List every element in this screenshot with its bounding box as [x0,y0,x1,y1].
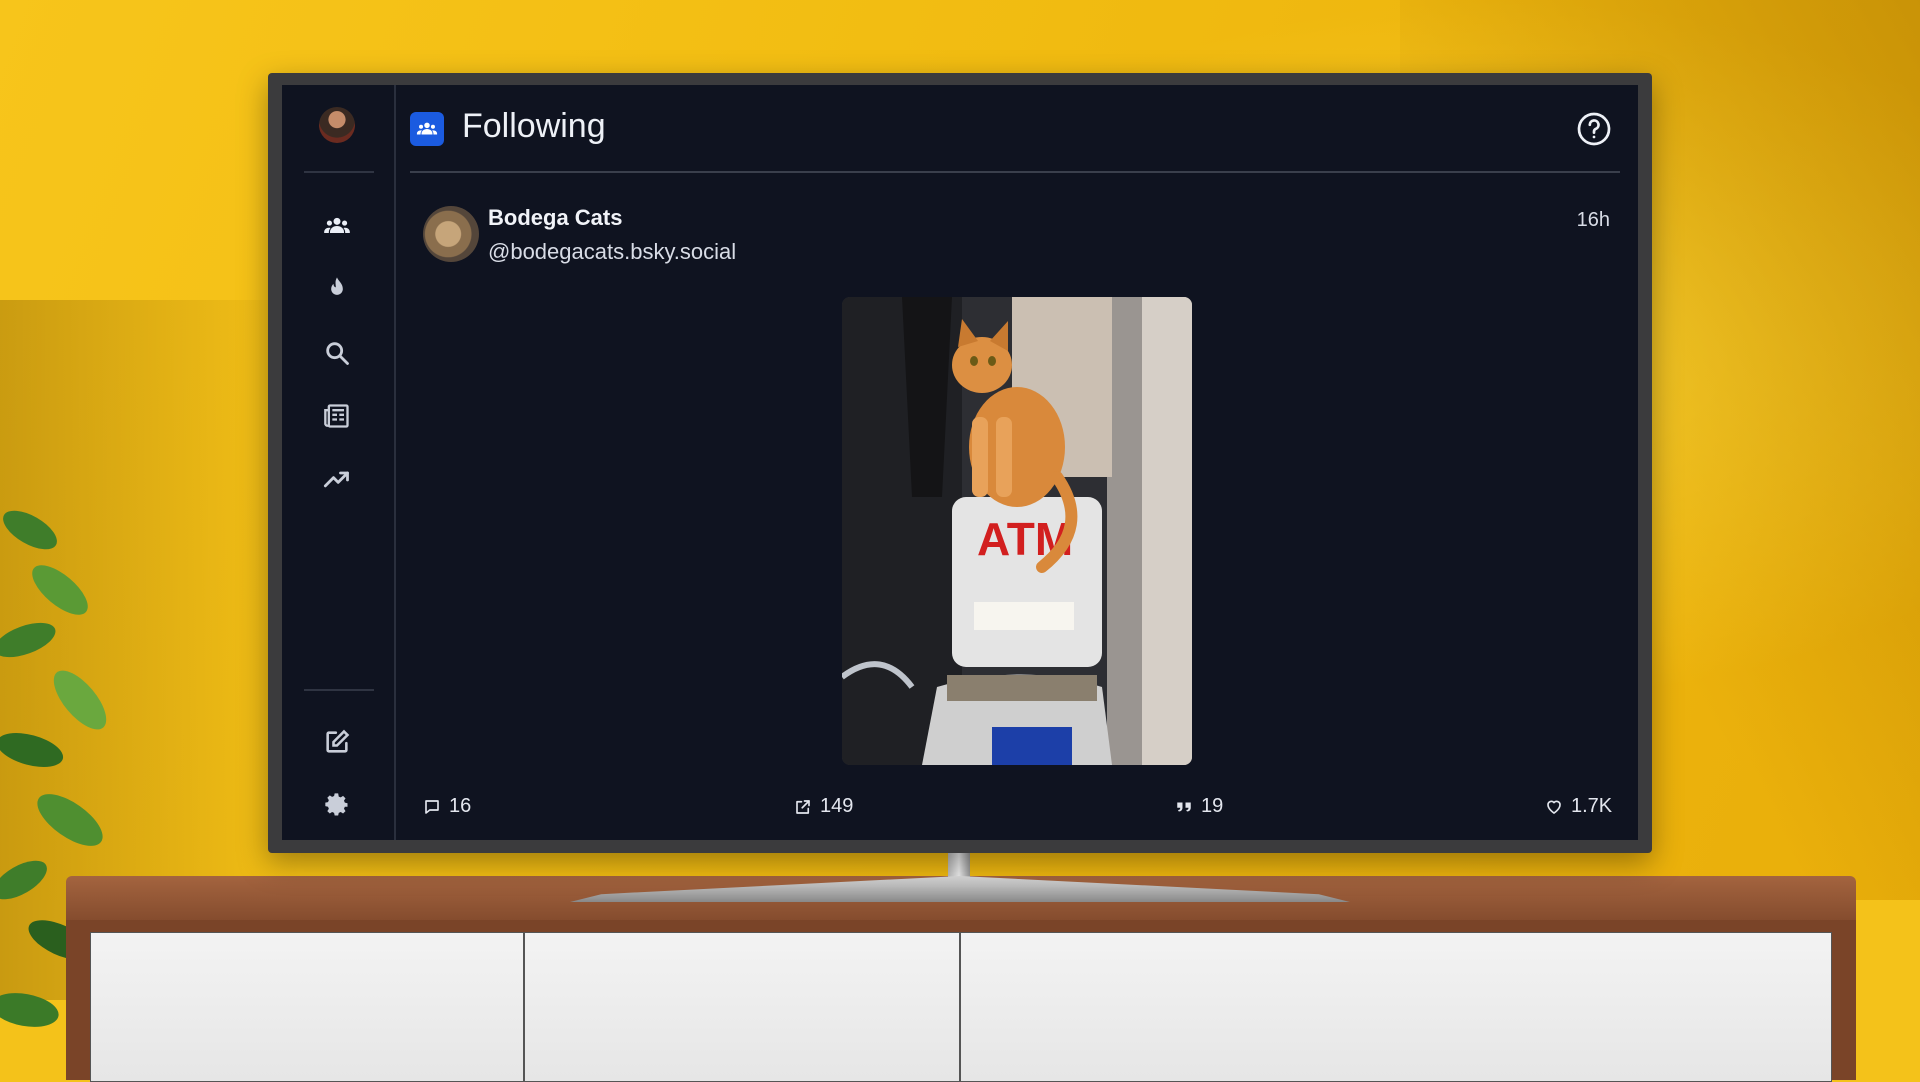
post-author-handle[interactable]: @bodegacats.bsky.social [488,239,736,265]
reply-count: 16 [449,795,472,817]
share-icon [796,799,810,814]
cabinet-drawer [90,932,524,1082]
header-badge [410,112,444,146]
heart-icon [1547,800,1561,814]
newspaper-icon [324,404,349,428]
user-avatar[interactable] [319,107,355,143]
edit-icon [326,729,350,753]
tv-screen: Following Bodega Cats @bodegacats.bsky.s… [282,85,1638,840]
trending-up-icon [323,471,349,488]
sidebar [282,85,396,840]
sidebar-item-following[interactable] [320,209,354,243]
repost-button[interactable]: 149 [794,795,853,818]
cabinet-drawer [524,932,960,1082]
sidebar-item-hot[interactable] [320,272,354,306]
quote-icon [1177,802,1191,811]
sidebar-divider [304,689,374,691]
compose-button[interactable] [320,725,354,759]
cat-on-atm-photo: ATM [842,297,1192,765]
page-title: Following [462,107,606,145]
post-author-avatar[interactable] [423,206,479,262]
comment-icon [425,799,439,814]
people-icon [416,122,438,135]
reply-button[interactable]: 16 [423,795,471,818]
post-image[interactable]: ATM [842,297,1192,765]
quote-count: 19 [1201,795,1224,817]
post-timestamp: 16h [1576,209,1610,231]
sidebar-item-feeds[interactable] [320,399,354,433]
help-circle-icon[interactable] [1576,111,1612,147]
page-header: Following [410,85,1620,173]
sidebar-item-search[interactable] [320,336,354,370]
repost-count: 149 [820,795,854,817]
cabinet-drawer [960,932,1832,1082]
search-icon [326,342,349,365]
like-count: 1.7K [1571,795,1613,817]
gear-icon [325,793,348,816]
quote-button[interactable]: 19 [1175,795,1223,818]
sidebar-divider [304,171,374,173]
people-icon [324,217,350,233]
settings-button[interactable] [320,788,354,822]
post-author-name[interactable]: Bodega Cats [488,205,622,231]
like-button[interactable]: 1.7K [1545,795,1612,818]
post-actions: 16 149 19 1.7K [423,795,1612,825]
sidebar-item-trending[interactable] [320,463,354,497]
flame-icon [331,277,343,295]
